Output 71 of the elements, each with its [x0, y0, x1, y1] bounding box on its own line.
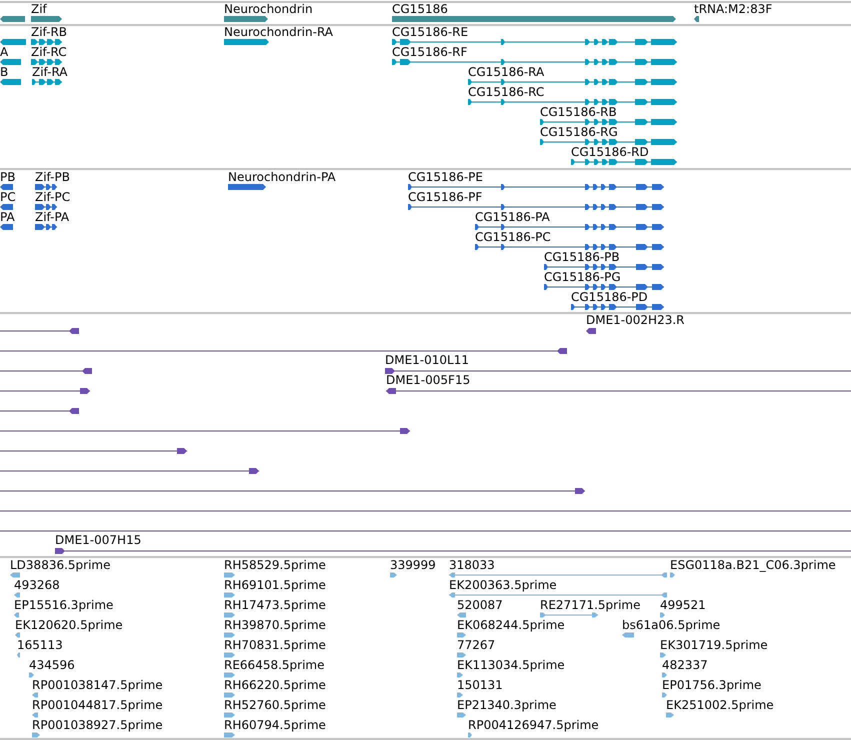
- gene-label: Zif: [31, 2, 47, 16]
- transcript-label: Zif-RC: [31, 45, 67, 59]
- est-label: 150131: [457, 678, 503, 692]
- clone-label: DME1-002H23.R: [586, 313, 684, 327]
- est-label: EK068244.5prime: [457, 618, 565, 632]
- transcript-label: CG15186-RD: [571, 145, 649, 159]
- protein-label: Zif-PA: [35, 210, 70, 224]
- transcript-label: CG15186-RG: [540, 125, 618, 139]
- protein-label: PC: [0, 190, 16, 204]
- transcript-label: CG15186-RB: [540, 105, 617, 119]
- transcript-label: CG15186-RC: [468, 85, 544, 99]
- est-label: RH66220.5prime: [224, 678, 326, 692]
- est-label: RH60794.5prime: [224, 718, 326, 732]
- est-label: 77267: [457, 638, 496, 652]
- protein-label: CG15186-PF: [408, 190, 482, 204]
- transcript-label: A: [0, 45, 8, 59]
- transcript-label: Neurochondrin-RA: [224, 25, 334, 39]
- est-label: ESG0118a.B21_C06.3prime: [670, 558, 836, 572]
- protein-label: PB: [0, 170, 16, 184]
- est-label: RH17473.5prime: [224, 598, 326, 612]
- protein-label: CG15186-PD: [571, 290, 648, 304]
- est-label: EK301719.5prime: [660, 638, 768, 652]
- protein-label: CG15186-PG: [544, 270, 621, 284]
- est-label: 434596: [29, 658, 75, 672]
- gene-label: tRNA:M2:83F: [694, 2, 772, 16]
- est-label: RP001038147.5prime: [32, 678, 163, 692]
- est-label: EP15516.3prime: [14, 598, 114, 612]
- est-label: EP21340.3prime: [457, 698, 556, 712]
- est-label: RP001044817.5prime: [32, 698, 163, 712]
- protein-label: CG15186-PC: [475, 230, 551, 244]
- protein-label: Zif-PC: [35, 190, 70, 204]
- protein-label: CG15186-PB: [544, 250, 620, 264]
- est-label: EK200363.5prime: [449, 578, 557, 592]
- est-label: RE66458.5prime: [224, 658, 324, 672]
- transcript-label: B: [0, 65, 8, 79]
- transcript-label: CG15186-RF: [392, 45, 468, 59]
- transcript-label: CG15186-RE: [392, 25, 468, 39]
- est-label: 318033: [449, 558, 495, 572]
- est-label: 165113: [17, 638, 63, 652]
- gene-label: CG15186: [392, 2, 448, 16]
- protein-label: Neurochondrin-PA: [228, 170, 336, 184]
- est-label: 482337: [662, 658, 708, 672]
- est-label: EK120620.5prime: [15, 618, 123, 632]
- est-label: EP01756.3prime: [662, 678, 762, 692]
- est-label: LD38836.5prime: [10, 558, 111, 572]
- clone-label: DME1-010L11: [385, 353, 469, 367]
- transcript-label: Zif-RB: [31, 25, 68, 39]
- transcript-label: Zif-RA: [32, 65, 68, 79]
- est-label: RH70831.5prime: [224, 638, 326, 652]
- est-label: RH39870.5prime: [224, 618, 326, 632]
- protein-label: CG15186-PA: [475, 210, 550, 224]
- est-label: EK251002.5prime: [666, 698, 774, 712]
- est-label: RP004126947.5prime: [468, 718, 599, 732]
- est-label: bs61a06.5prime: [622, 618, 720, 632]
- est-label: RH52760.5prime: [224, 698, 326, 712]
- est-label: RP001038927.5prime: [32, 718, 163, 732]
- protein-label: CG15186-PE: [408, 170, 483, 184]
- protein-label: PA: [0, 210, 15, 224]
- est-label: 520087: [457, 598, 503, 612]
- est-label: RH69101.5prime: [224, 578, 326, 592]
- est-label: 339999: [390, 558, 436, 572]
- clone-label: DME1-005F15: [386, 373, 470, 387]
- gene-label: Neurochondrin: [224, 2, 313, 16]
- clone-label: DME1-007H15: [55, 533, 142, 547]
- est-label: 499521: [660, 598, 706, 612]
- est-label: RE27171.5prime: [540, 598, 640, 612]
- est-label: EK113034.5prime: [457, 658, 565, 672]
- est-label: 493268: [14, 578, 60, 592]
- est-label: RH58529.5prime: [224, 558, 326, 572]
- protein-label: Zif-PB: [35, 170, 70, 184]
- transcript-label: CG15186-RA: [468, 65, 544, 79]
